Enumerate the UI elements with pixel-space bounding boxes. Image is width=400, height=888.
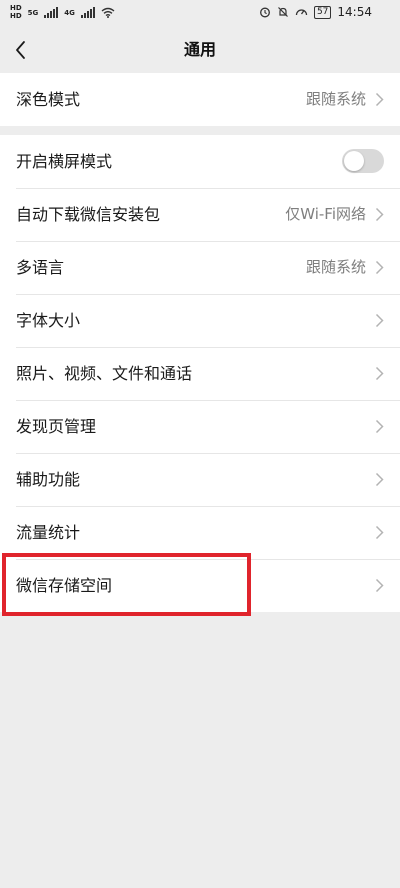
page-title: 通用 — [183, 40, 216, 59]
settings-item-label: 自动下载微信安装包 — [16, 205, 161, 224]
nav-bar: 通用 — [0, 28, 400, 72]
chevron-right-icon — [375, 366, 384, 381]
toggle-knob — [344, 151, 364, 171]
settings-group-display: 深色模式 跟随系统 — [0, 73, 400, 126]
battery-icon: 57 — [313, 5, 332, 19]
settings-group-general: 开启横屏模式 自动下载微信安装包 仅Wi-Fi网络 多语言 跟随系统 字体大小 … — [0, 135, 400, 612]
settings-item-label: 发现页管理 — [16, 417, 97, 436]
settings-item-auto-download[interactable]: 自动下载微信安装包 仅Wi-Fi网络 — [0, 188, 400, 241]
settings-item-value: 仅Wi-Fi网络 — [285, 205, 366, 223]
signal-icon-1 — [44, 7, 59, 18]
settings-item-label: 流量统计 — [16, 523, 81, 542]
network-label-1: 5G — [27, 8, 39, 17]
settings-item-label: 照片、视频、文件和通话 — [16, 364, 193, 383]
settings-item-traffic[interactable]: 流量统计 — [0, 506, 400, 559]
speed-gauge-icon — [295, 9, 308, 16]
hd-label-1: HD — [10, 4, 22, 12]
landscape-toggle[interactable] — [342, 149, 384, 173]
settings-item-label: 字体大小 — [16, 311, 81, 330]
hd-indicator: HD HD — [10, 5, 22, 20]
signal-icon-2 — [80, 7, 95, 18]
settings-item-value: 跟随系统 — [305, 90, 366, 108]
settings-item-label: 微信存储空间 — [16, 576, 113, 595]
settings-item-label: 多语言 — [16, 258, 65, 277]
settings-item-media[interactable]: 照片、视频、文件和通话 — [0, 347, 400, 400]
mute-bell-icon — [278, 7, 288, 17]
settings-item-value: 跟随系统 — [305, 258, 366, 276]
chevron-right-icon — [375, 472, 384, 487]
alarm-icon — [260, 7, 270, 18]
chevron-right-icon — [375, 525, 384, 540]
status-bar: HD HD 5G 4G 57 14:54 — [0, 0, 400, 28]
settings-item-label: 辅助功能 — [16, 470, 81, 489]
chevron-right-icon — [375, 419, 384, 434]
chevron-right-icon — [375, 260, 384, 275]
chevron-right-icon — [375, 207, 384, 222]
wifi-icon — [101, 7, 115, 18]
settings-item-storage[interactable]: 微信存储空间 — [0, 559, 400, 612]
chevron-right-icon — [375, 313, 384, 328]
chevron-right-icon — [375, 92, 384, 107]
settings-item-language[interactable]: 多语言 跟随系统 — [0, 241, 400, 294]
status-right: 57 14:54 — [259, 5, 372, 19]
hd-label-2: HD — [10, 12, 22, 20]
settings-item-font-size[interactable]: 字体大小 — [0, 294, 400, 347]
settings-item-dark-mode[interactable]: 深色模式 跟随系统 — [0, 73, 400, 126]
settings-item-label: 深色模式 — [16, 90, 81, 109]
settings-item-accessibility[interactable]: 辅助功能 — [0, 453, 400, 506]
status-left: HD HD 5G 4G — [10, 5, 115, 20]
chevron-right-icon — [375, 578, 384, 593]
network-label-2: 4G — [64, 8, 75, 17]
settings-item-landscape[interactable]: 开启横屏模式 — [0, 135, 400, 188]
settings-item-label: 开启横屏模式 — [16, 152, 113, 171]
settings-item-discover[interactable]: 发现页管理 — [0, 400, 400, 453]
clock-time: 14:54 — [337, 5, 372, 19]
